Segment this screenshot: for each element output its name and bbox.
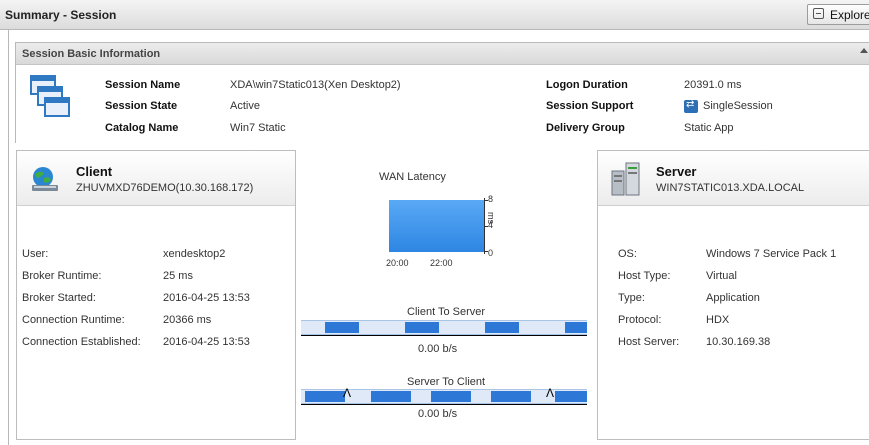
server-host: WIN7STATIC013.XDA.LOCAL <box>656 182 805 194</box>
delivery-group-value: Static App <box>684 122 734 134</box>
session-name-label: Session Name <box>105 79 181 91</box>
broker-started-value: 2016-04-25 13:53 <box>163 292 250 304</box>
session-basic-info-body: Session Name XDA\win7Static013(Xen Deskt… <box>16 65 869 143</box>
session-support-value: SingleSession <box>703 100 773 112</box>
globe-computer-icon <box>32 167 58 191</box>
page-title: Summary - Session <box>5 8 117 22</box>
server-icon <box>611 162 640 196</box>
host-type-value: Virtual <box>706 270 737 282</box>
client-header: Client ZHUVMXD76DEMO(10.30.168.172) <box>17 151 295 206</box>
client-to-server-rate: 0.00 b/s <box>418 343 458 355</box>
client-to-server-baseline <box>301 335 587 336</box>
explore-button[interactable]: Explore <box>807 4 869 25</box>
wan-latency-chart <box>389 200 488 252</box>
title-bar: Summary - Session Explore <box>0 0 869 30</box>
session-support-label: Session Support <box>546 100 634 112</box>
broker-started-label: Broker Started: <box>22 292 96 304</box>
session-basic-info-panel: Session Basic Information Session Name X… <box>15 42 869 143</box>
delivery-group-label: Delivery Group <box>546 122 625 134</box>
connection-established-label: Connection Established: <box>22 336 141 348</box>
session-state-value: Active <box>230 100 260 112</box>
protocol-value: HDX <box>706 314 730 326</box>
os-label: OS: <box>618 248 637 260</box>
os-value: Windows 7 Service Pack 1 <box>706 248 837 260</box>
session-windows-icon <box>30 75 78 125</box>
server-header: Server WIN7STATIC013.XDA.LOCAL <box>598 151 869 206</box>
wan-x-tick: 22:00 <box>430 258 453 268</box>
collapse-icon[interactable] <box>860 48 868 53</box>
session-basic-info-title: Session Basic Information <box>22 48 161 60</box>
broker-runtime-label: Broker Runtime: <box>22 270 102 282</box>
host-type-label: Host Type: <box>618 270 671 282</box>
server-to-client-title: Server To Client <box>407 376 486 388</box>
type-value: Application <box>706 292 760 304</box>
broker-runtime-value: 25 ms <box>163 270 193 282</box>
session-name-value: XDA\win7Static013(Xen Desktop2) <box>230 79 401 91</box>
host-server-value: 10.30.169.38 <box>706 336 771 348</box>
server-to-client-rate: 0.00 b/s <box>418 408 458 420</box>
wan-y-tick: 8 <box>488 194 494 204</box>
catalog-name-label: Catalog Name <box>105 122 179 134</box>
client-panel: Client ZHUVMXD76DEMO(10.30.168.172) User… <box>16 150 296 440</box>
logon-duration-value: 20391.0 ms <box>684 79 742 91</box>
spike-marker: Λ <box>343 386 352 400</box>
wan-y-tick: 0 <box>488 248 494 258</box>
session-basic-info-header[interactable]: Session Basic Information <box>16 43 869 65</box>
wan-x-tick: 20:00 <box>386 258 409 268</box>
client-to-server-bar <box>301 320 587 335</box>
wan-latency-title: WAN Latency <box>379 171 446 183</box>
catalog-name-value: Win7 Static <box>230 122 286 134</box>
user-label: User: <box>22 248 49 260</box>
spike-marker: Λ <box>546 386 555 400</box>
connection-runtime-label: Connection Runtime: <box>22 314 125 326</box>
connection-runtime-value: 20366 ms <box>163 314 212 326</box>
protocol-label: Protocol: <box>618 314 662 326</box>
client-host: ZHUVMXD76DEMO(10.30.168.172) <box>76 182 254 194</box>
host-server-label: Host Server: <box>618 336 680 348</box>
explore-icon <box>813 8 824 19</box>
session-state-label: Session State <box>105 100 178 112</box>
wan-y-axis <box>484 198 485 254</box>
wan-unit-label: ms <box>486 212 496 224</box>
left-divider <box>8 30 9 445</box>
explore-button-label: Explore <box>830 8 869 22</box>
server-title: Server <box>656 164 697 179</box>
server-panel: Server WIN7STATIC013.XDA.LOCAL OS: Windo… <box>597 150 869 440</box>
client-title: Client <box>76 164 113 179</box>
single-session-icon <box>684 99 698 113</box>
type-label: Type: <box>618 292 645 304</box>
client-to-server-title: Client To Server <box>407 306 486 318</box>
connection-established-value: 2016-04-25 13:53 <box>163 336 250 348</box>
user-value: xendesktop2 <box>163 248 226 260</box>
server-to-client-baseline <box>301 404 587 405</box>
logon-duration-label: Logon Duration <box>546 79 628 91</box>
